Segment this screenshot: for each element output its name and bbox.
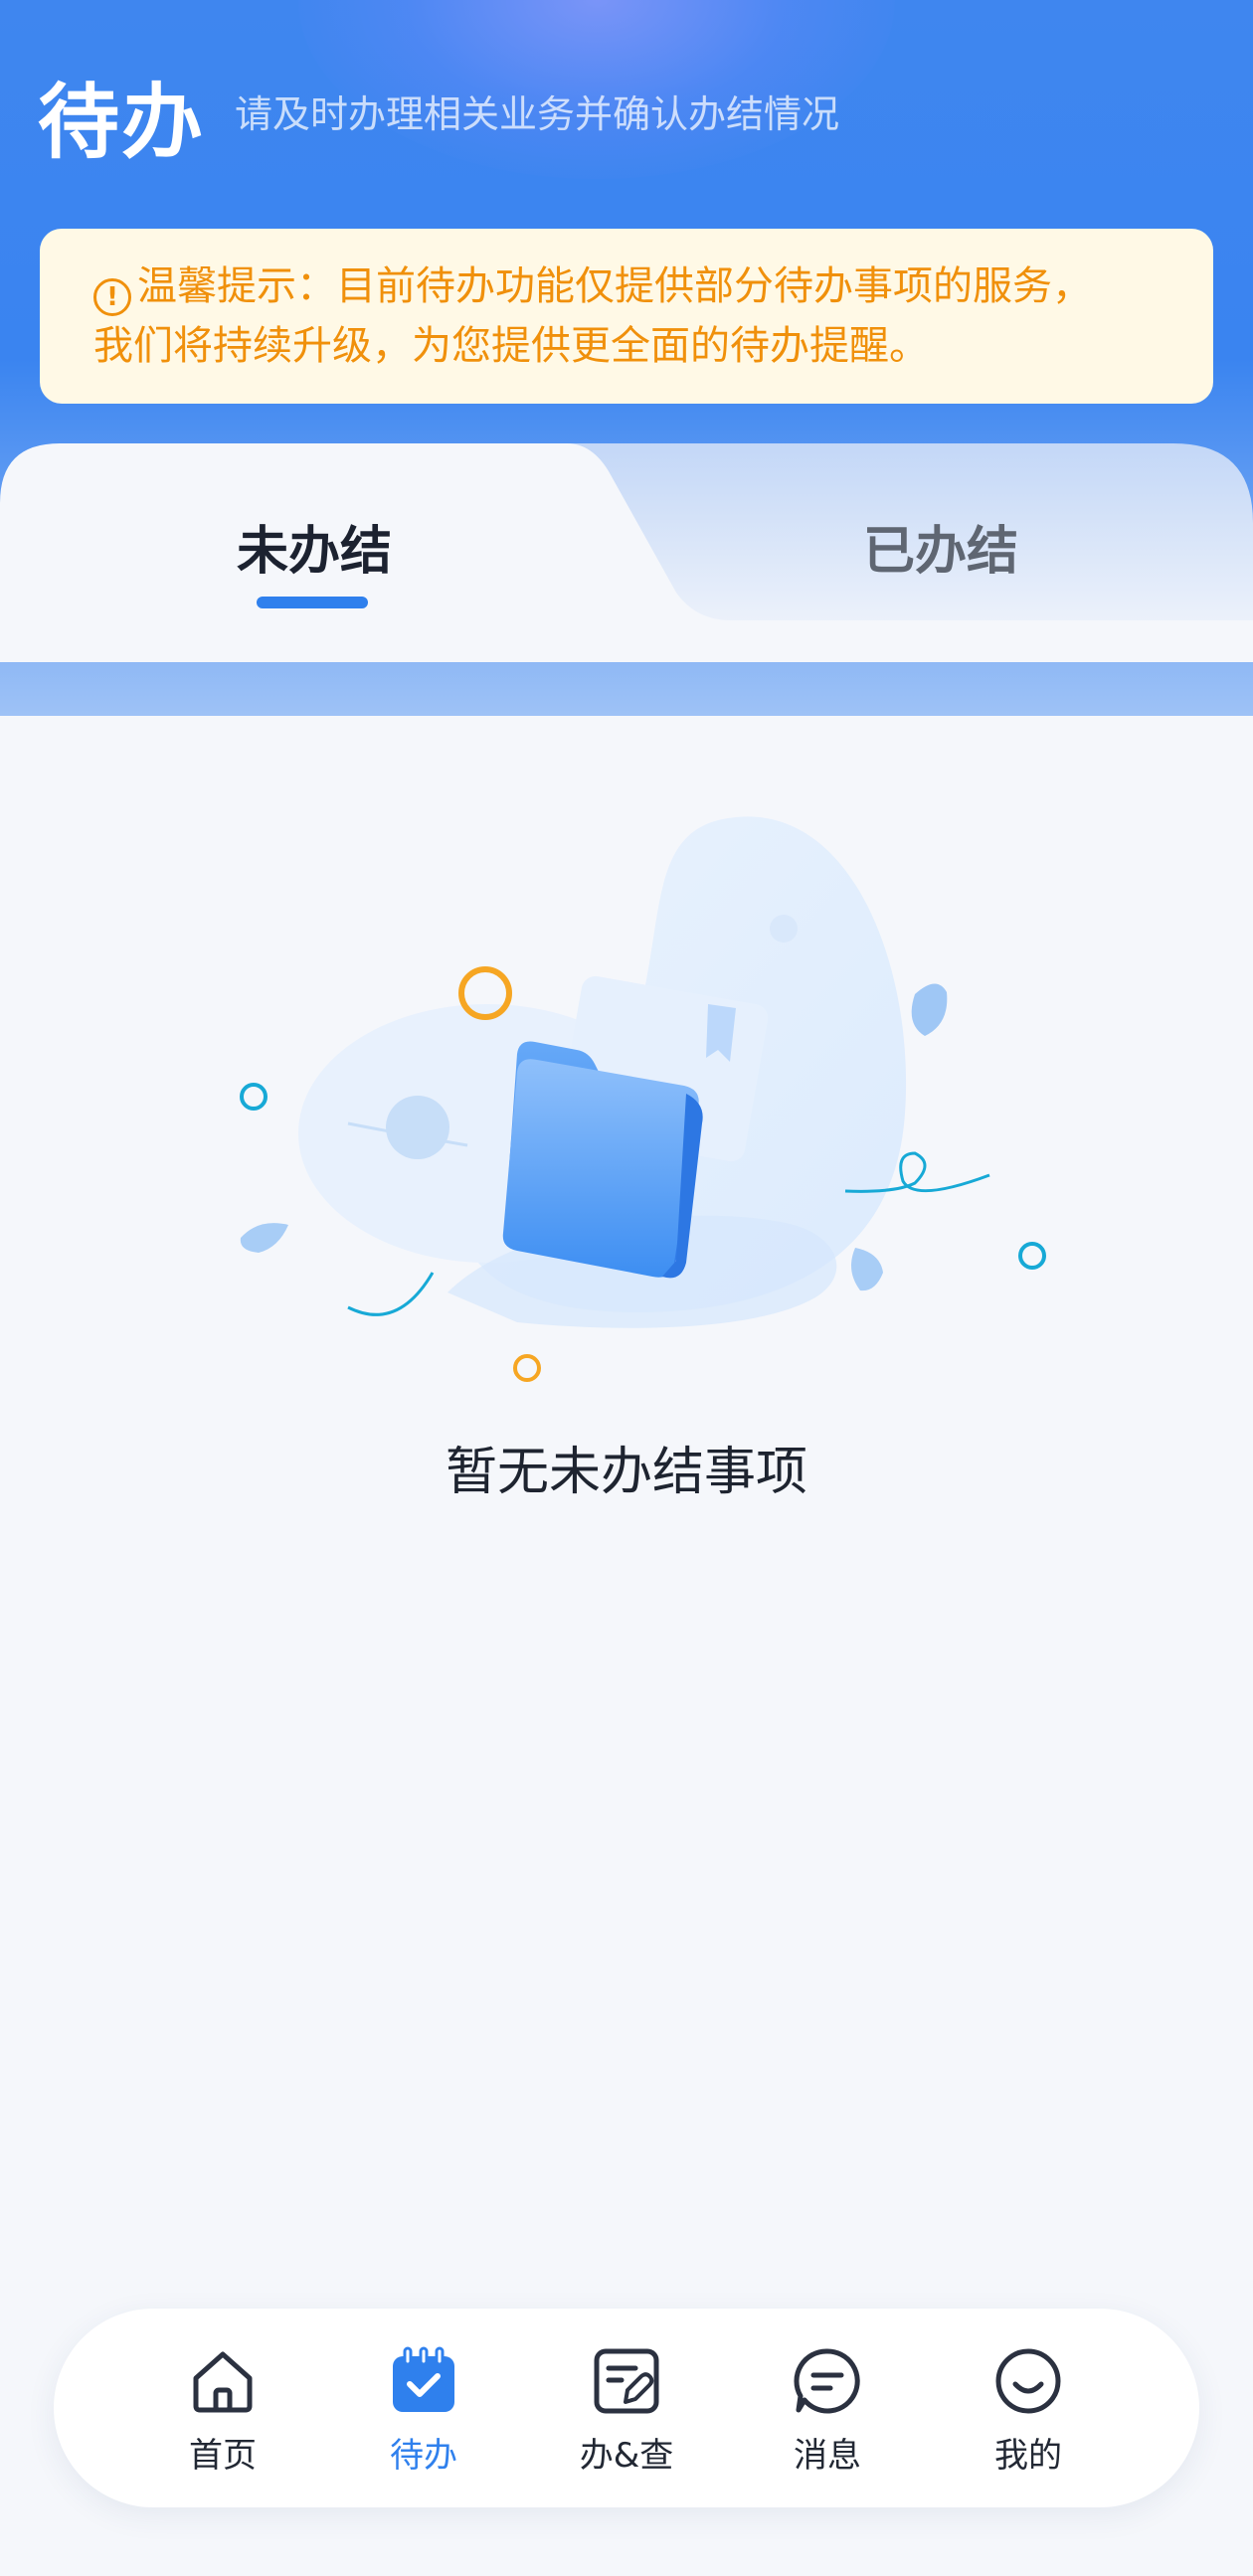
empty-folder-illustration: [240, 816, 1046, 1382]
profile-smile-icon: [995, 2348, 1061, 2414]
page-subtitle: 请及时办理相关业务并确认办结情况: [235, 92, 840, 136]
active-tab-indicator: [257, 597, 368, 608]
notice-text-2: 我们将持续升级，为您提供更全面的待办提醒。: [93, 323, 929, 369]
handle-query-icon: [594, 2348, 659, 2414]
bottom-navigation: 首页 待办 办&查 消息 我的: [54, 2309, 1199, 2507]
message-icon: [794, 2348, 860, 2414]
info-icon: !: [93, 278, 131, 316]
nav-item-messages[interactable]: 消息: [748, 2346, 907, 2477]
todo-calendar-icon: [393, 2346, 454, 2412]
nav-item-profile[interactable]: 我的: [949, 2346, 1108, 2477]
notice-text-1: 温馨提示：目前待办功能仅提供部分待办事项的服务，: [137, 263, 1092, 309]
notice-line-1: ! 温馨提示：目前待办功能仅提供部分待办事项的服务，: [93, 257, 1164, 316]
nav-label-home: 首页: [189, 2436, 257, 2476]
empty-state-text: 暂无未办结事项: [445, 1443, 807, 1502]
nav-item-home[interactable]: 首页: [143, 2346, 302, 2477]
tab-switcher: 未办结 已办结: [0, 443, 1253, 662]
notice-banner: ! 温馨提示：目前待办功能仅提供部分待办事项的服务， 我们将持续升级，为您提供更全…: [40, 229, 1213, 404]
nav-item-handle-query[interactable]: 办&查: [547, 2346, 706, 2477]
nav-label-handle-query: 办&查: [579, 2436, 674, 2476]
nav-label-messages: 消息: [794, 2436, 861, 2476]
tab-unfinished[interactable]: 未办结: [237, 509, 392, 584]
home-icon: [193, 2351, 253, 2413]
tab-finished[interactable]: 已办结: [863, 509, 1018, 584]
nav-label-todo: 待办: [390, 2436, 457, 2476]
nav-label-profile: 我的: [994, 2436, 1062, 2476]
tab-background: [0, 443, 1253, 662]
page-title: 待办: [38, 76, 206, 170]
nav-item-todo[interactable]: 待办: [344, 2346, 503, 2477]
